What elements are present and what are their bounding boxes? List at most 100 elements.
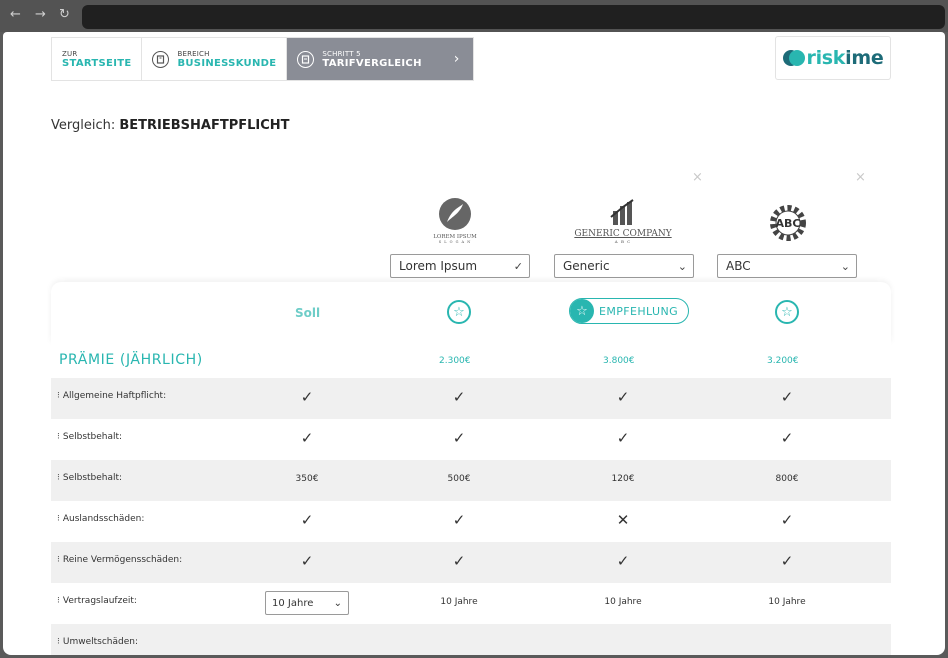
remove-generic-icon[interactable]: ×: [692, 170, 703, 185]
breadcrumb-home[interactable]: ZUR STARTSEITE: [52, 38, 143, 80]
forward-icon[interactable]: →: [35, 7, 46, 23]
star-icon: ☆: [570, 299, 594, 323]
breadcrumb-step-label: TARIFVERGLEICH: [322, 57, 422, 69]
breadcrumb-business[interactable]: BEREICH BUSINESSKUNDE: [142, 38, 288, 80]
generic-company-logo: GENERIC COMPANY A B C: [563, 188, 683, 244]
table-cell: 120€: [611, 474, 635, 484]
premium-label: PRÄMIE (JÄHRLICH): [59, 352, 203, 368]
document-icon: [297, 50, 315, 68]
checkmark-icon: ✓: [616, 429, 630, 447]
drag-handle-icon[interactable]: ⁝: [57, 637, 60, 647]
checkmark-icon: ✓: [780, 388, 794, 406]
back-icon[interactable]: ←: [10, 7, 21, 23]
checkmark-icon: ✓: [616, 388, 630, 406]
row-label-text: Reine Vermögensschäden:: [62, 555, 183, 565]
company-select-1-value: Lorem Ipsum: [399, 259, 478, 273]
lorem-ipsum-logo: LOREM IPSUM S L O G A N: [415, 188, 495, 244]
star-glyph: ☆: [781, 304, 793, 320]
breadcrumb-step-caption: SCHRITT 5: [322, 49, 361, 58]
chevron-right-icon: ›: [453, 51, 460, 67]
page-title: Vergleich: BETRIEBSHAFTPFLICHT: [51, 118, 290, 133]
page-title-value: BETRIEBSHAFTPFLICHT: [119, 118, 290, 133]
table-cell: 10 Jahre: [440, 597, 478, 607]
breadcrumb-business-caption: BEREICH: [177, 49, 210, 58]
company-select-3-value: ABC: [726, 259, 751, 273]
drag-handle-icon[interactable]: ⁝: [57, 555, 60, 565]
brand-name-part-3: me: [851, 47, 884, 69]
table-cell: 500€: [447, 474, 471, 484]
drag-handle-icon[interactable]: ⁝: [57, 596, 60, 606]
drag-handle-icon[interactable]: ⁝: [57, 473, 60, 483]
row-label-text: Umweltschäden:: [62, 637, 138, 647]
row-label: ⁝ Selbstbehalt:: [57, 432, 122, 442]
breadcrumb-tariff-comparison[interactable]: SCHRITT 5 TARIFVERGLEICH ›: [287, 38, 474, 80]
gear-icon: ABC: [770, 205, 806, 241]
checkmark-icon: ✓: [300, 429, 314, 447]
abc-logo-text: ABC: [776, 217, 801, 230]
row-label-text: Allgemeine Haftpflicht:: [62, 391, 167, 401]
company-select-2-value: Generic: [563, 259, 610, 273]
checkmark-icon: ✓: [452, 552, 466, 570]
row-label: ⁝ Reine Vermögensschäden:: [57, 555, 182, 565]
brand-mark-icon: [782, 48, 805, 68]
row-label-text: Vertragslaufzeit:: [62, 596, 137, 606]
chevron-down-icon: ⌄: [840, 259, 850, 273]
row-label: ⁝ Umweltschäden:: [57, 637, 138, 647]
building-icon: [152, 50, 170, 68]
row-label: ⁝ Selbstbehalt:: [57, 473, 122, 483]
comparison-table-header: [51, 282, 891, 344]
breadcrumb-business-label: BUSINESSKUNDE: [177, 57, 277, 69]
checkmark-icon: ✓: [452, 388, 466, 406]
row-label: ⁝ Vertragslaufzeit:: [57, 596, 137, 606]
row-label: ⁝ Auslandsschäden:: [57, 514, 144, 524]
checkmark-icon: ✓: [452, 511, 466, 529]
lorem-ipsum-logo-mark: [439, 198, 471, 230]
contract-term-select[interactable]: 10 Jahre ⌄: [265, 591, 349, 615]
breadcrumb: ZUR STARTSEITE BEREICH BUSINESSKUNDE SCH…: [51, 37, 475, 81]
drag-handle-icon[interactable]: ⁝: [57, 514, 60, 524]
checkmark-icon: ✓: [452, 429, 466, 447]
remove-abc-icon[interactable]: ×: [855, 170, 866, 185]
table-cell: 800€: [775, 474, 799, 484]
table-cell: 10 Jahre: [604, 597, 642, 607]
favorite-star-icon[interactable]: ☆: [775, 300, 799, 324]
page-viewport: ZUR STARTSEITE BEREICH BUSINESSKUNDE SCH…: [3, 32, 945, 655]
star-glyph: ☆: [576, 303, 588, 319]
breadcrumb-home-label: STARTSEITE: [62, 57, 132, 69]
table-row: ⁝ Selbstbehalt: ✓ ✓ ✓ ✓: [51, 419, 891, 460]
table-row: ⁝ Selbstbehalt: 350€ 500€ 120€ 800€: [51, 460, 891, 501]
drag-handle-icon[interactable]: ⁝: [57, 391, 60, 401]
generic-company-logo-text: GENERIC COMPANY: [574, 229, 672, 239]
checkmark-icon: ✓: [513, 259, 523, 273]
premium-row: PRÄMIE (JÄHRLICH) 2.300€ 3.800€ 3.200€: [51, 344, 891, 378]
reload-icon[interactable]: ↻: [59, 7, 70, 23]
company-select-2[interactable]: Generic ⌄: [554, 254, 694, 278]
page-title-prefix: Vergleich:: [51, 118, 120, 133]
checkmark-icon: ✓: [300, 388, 314, 406]
soll-column-header: Soll: [295, 306, 321, 320]
checkmark-icon: ✓: [300, 552, 314, 570]
bar-chart-logo-mark: [610, 199, 634, 225]
generic-company-logo-sub: A B C: [614, 239, 632, 244]
breadcrumb-home-caption: ZUR: [62, 49, 78, 58]
address-bar[interactable]: [82, 5, 945, 29]
checkmark-icon: ✓: [780, 552, 794, 570]
checkmark-icon: ✓: [616, 552, 630, 570]
table-row: ⁝ Allgemeine Haftpflicht: ✓ ✓ ✓ ✓: [51, 378, 891, 419]
brand-name: riskime: [807, 47, 884, 69]
favorite-star-icon[interactable]: ☆: [447, 300, 471, 324]
table-cell: 350€: [295, 474, 319, 484]
checkmark-icon: ✓: [780, 429, 794, 447]
star-glyph: ☆: [453, 304, 465, 320]
lorem-ipsum-logo-slogan: S L O G A N: [438, 240, 472, 244]
premium-value: 3.200€: [767, 356, 799, 366]
brand-logo[interactable]: riskime: [775, 36, 891, 80]
abc-logo: ABC: [763, 188, 813, 244]
recommendation-badge: ☆ EMPFEHLUNG: [569, 298, 689, 324]
drag-handle-icon[interactable]: ⁝: [57, 432, 60, 442]
table-row: ⁝ Reine Vermögensschäden: ✓ ✓ ✓ ✓: [51, 542, 891, 583]
company-select-3[interactable]: ABC ⌄: [717, 254, 857, 278]
company-select-1[interactable]: Lorem Ipsum ✓: [390, 254, 530, 278]
brand-name-part-1: risk: [806, 47, 846, 69]
premium-value: 2.300€: [439, 356, 471, 366]
